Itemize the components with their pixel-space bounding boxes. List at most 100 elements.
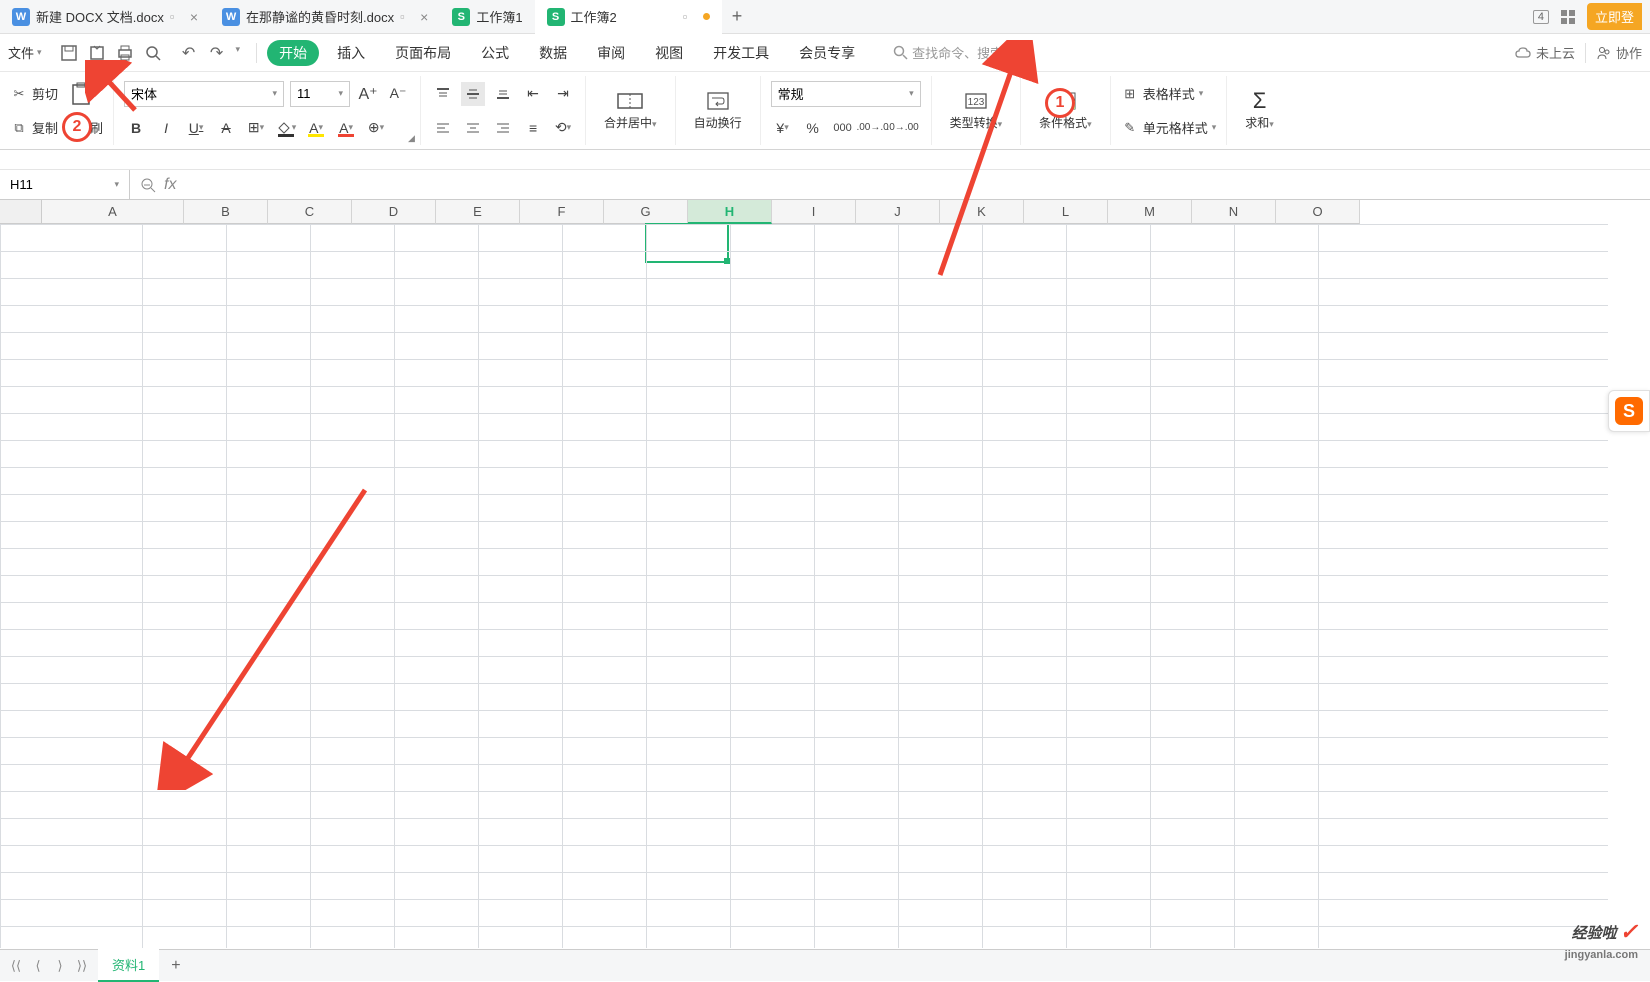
col-header-D[interactable]: D [352,200,436,224]
decrease-font-icon[interactable]: A⁻ [386,82,410,106]
underline-button[interactable]: U▾ [184,116,208,140]
align-left-icon[interactable] [431,116,455,140]
apps-icon[interactable] [1561,10,1575,24]
align-bottom-icon[interactable] [491,82,515,106]
sheet-icon: S [547,8,565,26]
col-header-G[interactable]: G [604,200,688,224]
number-format-select[interactable]: 常规▾ [771,81,921,107]
redo-icon[interactable]: ↷ [208,44,226,62]
highlight-button[interactable]: A▾ [304,116,328,140]
col-header-E[interactable]: E [436,200,520,224]
copy-button[interactable]: ⧉复制 [10,118,58,137]
col-header-A[interactable]: A [42,200,184,224]
preview-icon[interactable] [144,44,162,62]
select-all-corner[interactable] [0,200,42,224]
decrease-decimal-icon[interactable]: .0→.00 [891,116,915,140]
menu-tab-start[interactable]: 开始 [267,40,319,66]
merge-center-button[interactable]: 合并居中▾ [596,86,665,135]
col-header-O[interactable]: O [1276,200,1360,224]
fx-icon[interactable]: fx [164,176,176,194]
col-header-K[interactable]: K [940,200,1024,224]
increase-font-icon[interactable]: A⁺ [356,82,380,106]
active-cell[interactable] [645,223,729,263]
cut-button[interactable]: ✂剪切 [10,84,58,103]
font-name-select[interactable]: 宋体▾ [124,81,284,107]
align-center-icon[interactable] [461,116,485,140]
align-top-icon[interactable] [431,82,455,106]
conditional-format-button[interactable]: 条件格式▾ [1031,86,1100,135]
col-header-J[interactable]: J [856,200,940,224]
undo-icon[interactable]: ↶ [180,44,198,62]
side-tool-button[interactable]: S [1608,390,1650,432]
save-icon[interactable] [60,44,78,62]
col-header-I[interactable]: I [772,200,856,224]
print-icon[interactable] [116,44,134,62]
menu-tab-layout[interactable]: 页面布局 [383,40,463,66]
add-sheet-button[interactable]: + [159,957,192,975]
increase-indent-icon[interactable]: ⇥ [551,82,575,106]
name-box[interactable]: H11▾ [0,170,130,199]
align-right-icon[interactable] [491,116,515,140]
strikethrough-button[interactable]: A [214,116,238,140]
decrease-indent-icon[interactable]: ⇤ [521,82,545,106]
phonetic-button[interactable]: ⊕▾ [364,116,388,140]
col-header-N[interactable]: N [1192,200,1276,224]
italic-button[interactable]: I [154,116,178,140]
comma-icon[interactable]: 000 [831,116,855,140]
font-size-select[interactable]: 11▾ [290,81,350,107]
format-painter-button[interactable]: 格式刷 [64,118,103,137]
col-header-C[interactable]: C [268,200,352,224]
menu-tab-dev[interactable]: 开发工具 [701,40,781,66]
justify-icon[interactable]: ≡ [521,116,545,140]
col-header-L[interactable]: L [1024,200,1108,224]
doc-tab-3[interactable]: S 工作簿1 [440,0,534,34]
increase-decimal-icon[interactable]: .00→.0 [861,116,885,140]
col-header-M[interactable]: M [1108,200,1192,224]
menu-tab-vip[interactable]: 会员专享 [787,40,867,66]
menu-tab-data[interactable]: 数据 [527,40,579,66]
font-color-button[interactable]: A▾ [334,116,358,140]
currency-icon[interactable]: ¥▾ [771,116,795,140]
col-header-F[interactable]: F [520,200,604,224]
percent-icon[interactable]: % [801,116,825,140]
menu-tab-view[interactable]: 视图 [643,40,695,66]
sheet-tab[interactable]: 资料1 [98,949,159,982]
collab-button[interactable]: 协作 [1596,43,1642,62]
first-sheet-icon[interactable]: ⟨⟨ [6,958,26,974]
file-menu[interactable]: 文件▾ [8,43,48,62]
paste-button[interactable] [64,81,98,107]
col-header-B[interactable]: B [184,200,268,224]
tab-close[interactable]: × [190,9,198,25]
autosum-button[interactable]: Σ 求和▾ [1237,86,1282,135]
menu-tab-insert[interactable]: 插入 [325,40,377,66]
login-button[interactable]: 立即登 [1587,3,1642,30]
border-button[interactable]: ⊞▾ [244,116,268,140]
next-sheet-icon[interactable]: ⟩ [50,958,70,974]
menu-tab-review[interactable]: 审阅 [585,40,637,66]
doc-tab-2[interactable]: W 在那静谧的黄昏时刻.docx ▫ × [210,0,440,34]
expand-corner-icon[interactable]: ◢ [408,133,418,143]
orientation-icon[interactable]: ⟲▾ [551,116,575,140]
fill-color-button[interactable]: ▾ [274,116,298,140]
cloud-status[interactable]: 未上云 [1514,43,1575,62]
cancel-formula-icon[interactable] [140,177,156,193]
spreadsheet-grid[interactable]: ABCDEFGHIJKLMNO [0,200,1650,948]
new-tab-button[interactable]: + [722,6,753,27]
tab-close[interactable]: × [420,9,428,25]
command-search[interactable]: 查找命令、搜索模板 [893,43,1029,62]
col-header-H[interactable]: H [688,200,772,224]
bold-button[interactable]: B [124,116,148,140]
prev-sheet-icon[interactable]: ⟨ [28,958,48,974]
qa-more[interactable]: ▾ [236,44,241,62]
doc-tab-1[interactable]: W 新建 DOCX 文档.docx ▫ × [0,0,210,34]
cell-style-button[interactable]: ✎单元格样式▾ [1121,118,1217,137]
window-counter[interactable]: 4 [1533,10,1549,24]
align-middle-icon[interactable] [461,82,485,106]
table-style-button[interactable]: ⊞表格样式▾ [1121,84,1204,103]
doc-tab-4[interactable]: S 工作簿2 ▫ [535,0,722,34]
save-as-icon[interactable] [88,44,106,62]
type-convert-button[interactable]: 123 类型转换▾ [942,86,1011,135]
menu-tab-formula[interactable]: 公式 [469,40,521,66]
last-sheet-icon[interactable]: ⟩⟩ [72,958,92,974]
wrap-text-button[interactable]: 自动换行 [686,86,750,135]
